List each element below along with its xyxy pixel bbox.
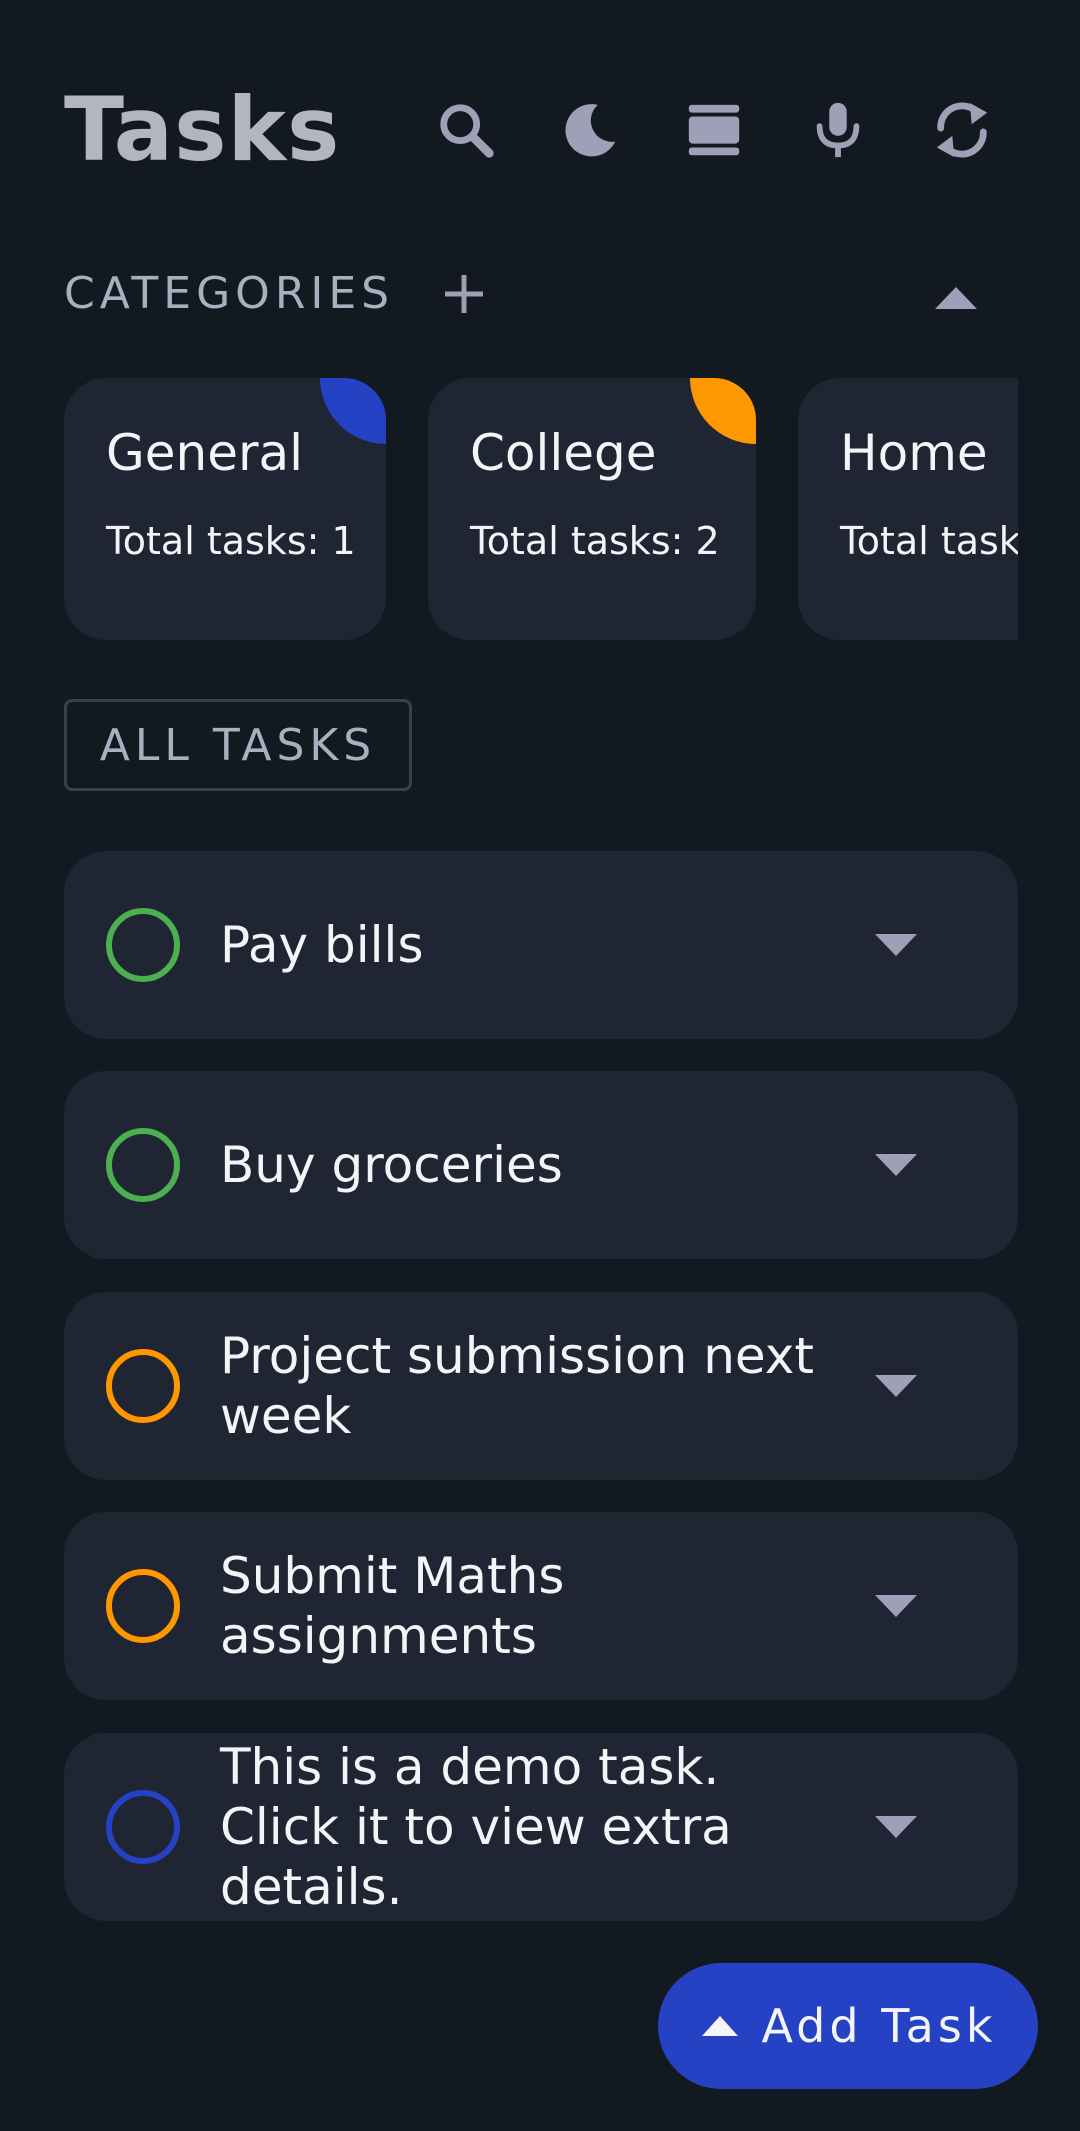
category-card-home[interactable]: Home Total tasks: 2: [798, 378, 1018, 640]
task-expand-button[interactable]: [864, 1139, 928, 1191]
task-checkbox[interactable]: [106, 1349, 180, 1423]
sync-icon: [936, 102, 988, 158]
task-item[interactable]: This is a demo task. Click it to view ex…: [64, 1733, 1018, 1921]
task-title: Project submission next week: [220, 1327, 814, 1445]
task-checkbox[interactable]: [106, 908, 180, 982]
task-expand-button[interactable]: [864, 1580, 928, 1632]
add-category-button[interactable]: [428, 262, 500, 326]
add-task-button[interactable]: Add Task: [658, 1963, 1038, 2089]
voice-button[interactable]: [798, 90, 878, 170]
category-color-indicator: [320, 378, 386, 444]
task-expand-button[interactable]: [864, 1801, 928, 1853]
caret-down-icon: [875, 1595, 917, 1617]
category-task-count: Total tasks: 2: [840, 519, 1018, 563]
moon-icon: [565, 104, 616, 157]
task-expand-button[interactable]: [864, 919, 928, 971]
search-button[interactable]: [426, 90, 506, 170]
category-task-count: Total tasks: 1: [106, 519, 356, 563]
layout-icon: [688, 104, 740, 156]
sync-button[interactable]: [922, 90, 1002, 170]
caret-down-icon: [875, 1154, 917, 1176]
search-icon: [440, 104, 494, 158]
category-card-college[interactable]: College Total tasks: 2: [428, 378, 756, 640]
caret-down-icon: [875, 1375, 917, 1397]
task-title: Pay bills: [220, 916, 424, 974]
microphone-icon: [816, 102, 860, 158]
task-checkbox[interactable]: [106, 1569, 180, 1643]
dark-mode-button[interactable]: [550, 90, 630, 170]
task-item[interactable]: Project submission next week: [64, 1292, 1018, 1480]
app-header: Tasks: [64, 70, 1004, 190]
categories-header: CATEGORIES: [64, 262, 1004, 326]
caret-up-icon: [935, 287, 977, 309]
task-title: This is a demo task. Click it to view ex…: [220, 1738, 732, 1916]
caret-up-icon: [701, 2016, 738, 2036]
task-expand-button[interactable]: [864, 1360, 928, 1412]
task-item[interactable]: Buy groceries: [64, 1071, 1018, 1259]
category-name: Home: [840, 424, 988, 482]
task-checkbox[interactable]: [106, 1790, 180, 1864]
caret-down-icon: [875, 1816, 917, 1838]
category-task-count: Total tasks: 2: [470, 519, 720, 563]
category-name: College: [470, 424, 657, 482]
category-list: General Total tasks: 1 College Total tas…: [64, 378, 1018, 640]
all-tasks-filter-button[interactable]: ALL TASKS: [64, 699, 412, 791]
category-color-indicator: [690, 378, 756, 444]
category-name: General: [106, 424, 304, 482]
task-title: Buy groceries: [220, 1136, 563, 1194]
category-card-general[interactable]: General Total tasks: 1: [64, 378, 386, 640]
collapse-categories-button[interactable]: [920, 272, 992, 324]
task-title: Submit Maths assignments: [220, 1547, 565, 1665]
categories-label: CATEGORIES: [64, 268, 395, 319]
task-checkbox[interactable]: [106, 1128, 180, 1202]
task-item[interactable]: Submit Maths assignments: [64, 1512, 1018, 1700]
plus-icon: [445, 275, 483, 313]
task-item[interactable]: Pay bills: [64, 851, 1018, 1039]
add-task-label: Add Task: [761, 1999, 997, 2053]
app-title: Tasks: [64, 78, 341, 181]
caret-down-icon: [875, 934, 917, 956]
layout-button[interactable]: [674, 90, 754, 170]
